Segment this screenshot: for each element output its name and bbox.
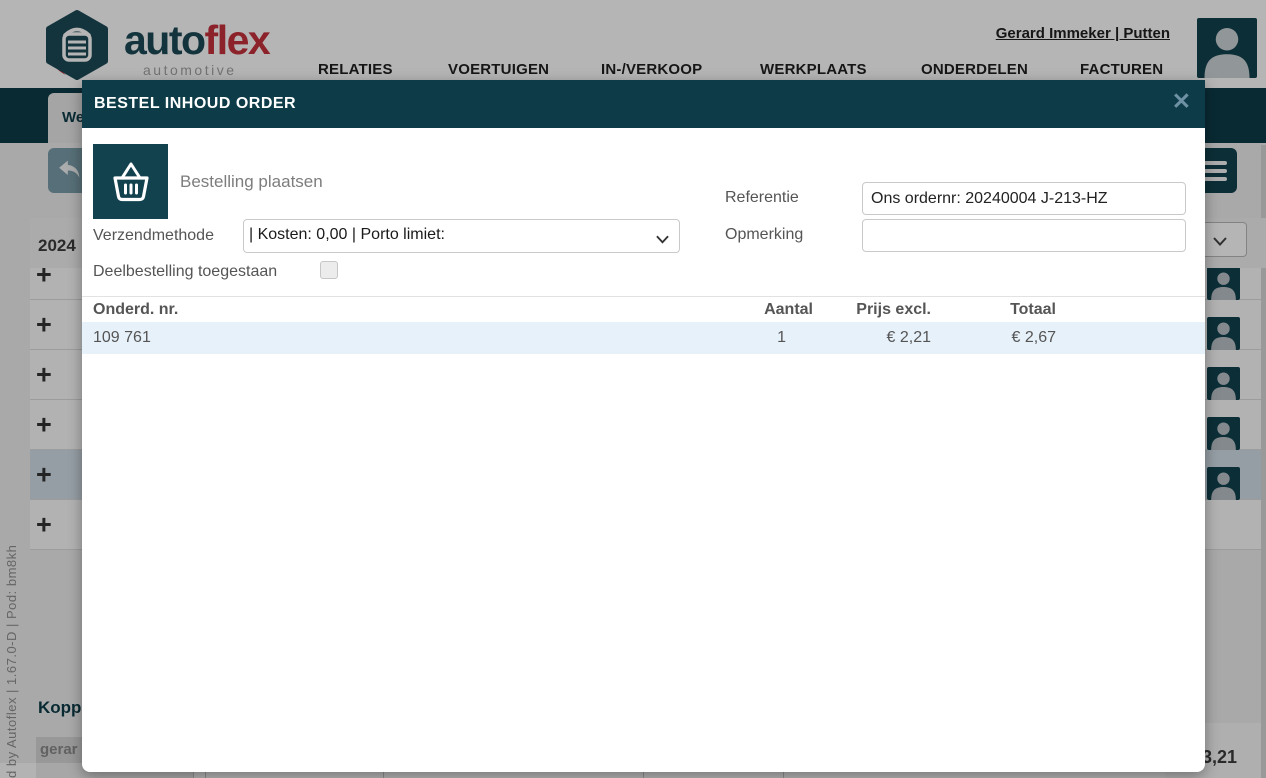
close-icon[interactable]: ✕ bbox=[1172, 88, 1191, 116]
verzendmethode-value: | Kosten: 0,00 | Porto limiet: bbox=[249, 226, 445, 244]
basket-icon bbox=[107, 158, 155, 206]
deelbestelling-checkbox[interactable] bbox=[320, 261, 338, 279]
col-aantal: Aantal bbox=[702, 301, 813, 319]
cell-aantal: 1 bbox=[702, 329, 813, 347]
table-header-row: Onderd. nr. Aantal Prijs excl. Totaal bbox=[82, 296, 1205, 322]
col-prijs-excl: Prijs excl. bbox=[813, 301, 931, 319]
col-onderd-nr: Onderd. nr. bbox=[82, 301, 702, 319]
cell-prijs-excl: € 2,21 bbox=[813, 329, 931, 347]
opmerking-label: Opmerking bbox=[725, 226, 803, 244]
opmerking-input[interactable] bbox=[862, 219, 1186, 252]
table-row[interactable]: 109 761 1 € 2,21 € 2,67 bbox=[82, 322, 1205, 354]
cell-totaal: € 2,67 bbox=[931, 329, 1056, 347]
screen: autoflex automotive software RELATIES VO… bbox=[0, 0, 1266, 778]
modal-header: BESTEL INHOUD ORDER ✕ bbox=[82, 80, 1205, 128]
chevron-down-icon bbox=[656, 231, 669, 249]
referentie-input[interactable] bbox=[862, 182, 1186, 215]
modal-title: BESTEL INHOUD ORDER bbox=[94, 95, 296, 113]
verzendmethode-label: Verzendmethode bbox=[93, 227, 214, 245]
action-label: Bestelling plaatsen bbox=[180, 172, 323, 192]
verzendmethode-select[interactable]: | Kosten: 0,00 | Porto limiet: bbox=[243, 219, 680, 253]
col-totaal: Totaal bbox=[931, 301, 1056, 319]
bestel-inhoud-order-modal: BESTEL INHOUD ORDER ✕ Bestelling plaatse… bbox=[82, 80, 1205, 772]
place-order-button[interactable] bbox=[93, 144, 168, 219]
referentie-label: Referentie bbox=[725, 189, 799, 207]
deelbestelling-label: Deelbestelling toegestaan bbox=[93, 263, 277, 281]
order-lines-table: Onderd. nr. Aantal Prijs excl. Totaal 10… bbox=[82, 296, 1205, 354]
cell-onderd-nr: 109 761 bbox=[82, 329, 702, 347]
